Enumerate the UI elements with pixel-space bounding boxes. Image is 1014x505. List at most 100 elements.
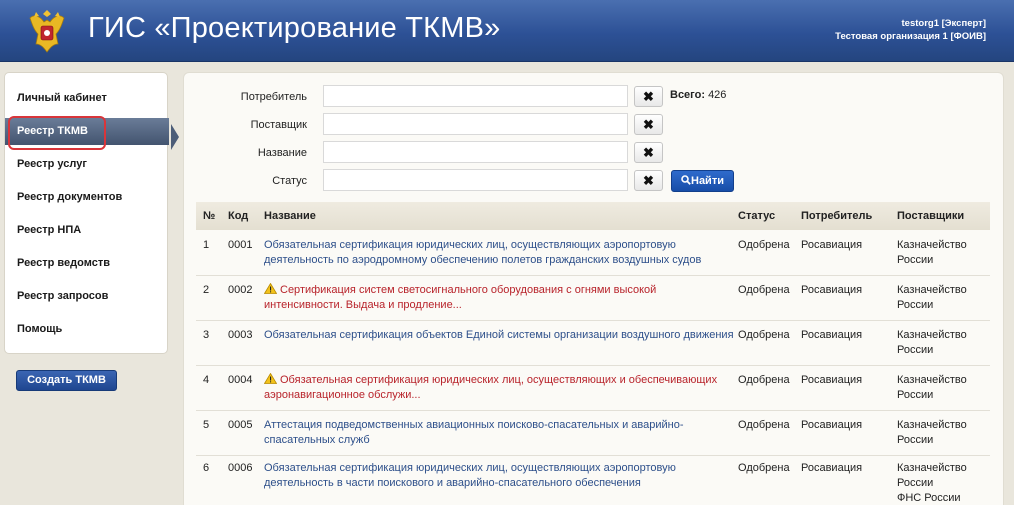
name-input[interactable] [323, 141, 628, 163]
row-consumer: Росавиация [801, 374, 863, 386]
row-suppliers: Казначейство России [897, 239, 967, 266]
row-name-link[interactable]: Обязательная сертификация юридических ли… [264, 461, 734, 491]
sidebar-item-cabinet[interactable]: Личный кабинет [5, 85, 167, 112]
row-num: 3 [203, 329, 210, 341]
row-suppliers: Казначейство России ФНС России [897, 461, 977, 505]
row-name-link[interactable]: Аттестация подведомственных авиационных … [264, 418, 734, 448]
status-clear-button[interactable]: ✖ [634, 170, 663, 191]
supplier-clear-button[interactable]: ✖ [634, 114, 663, 135]
row-num: 6 [203, 462, 210, 474]
table-row[interactable]: 5 0005 Аттестация подведомственных авиац… [196, 411, 990, 456]
active-item-arrow [171, 124, 179, 150]
sidebar-item-label: Реестр ведомств [17, 257, 110, 269]
name-clear-button[interactable]: ✖ [634, 142, 663, 163]
table-row[interactable]: 4 0004 Обязательная сертификация юридиче… [196, 366, 990, 411]
row-consumer: Росавиация [801, 462, 863, 474]
row-name-link[interactable]: Обязательная сертификация юридических ли… [264, 238, 734, 268]
supplier-input[interactable] [323, 113, 628, 135]
sidebar-item-requests[interactable]: Реестр запросов [5, 283, 167, 310]
row-status: Одобрена [738, 419, 790, 431]
table-row[interactable]: 2 0002 Сертификация систем светосигнальн… [196, 276, 990, 321]
row-suppliers: Казначейство России [897, 419, 967, 446]
create-tkmv-button[interactable]: Создать ТКМВ [16, 370, 117, 391]
row-suppliers: Казначейство России [897, 284, 967, 311]
close-icon: ✖ [643, 173, 654, 188]
close-icon: ✖ [643, 145, 654, 160]
row-consumer: Росавиация [801, 239, 863, 251]
sidebar: Личный кабинет Реестр ТКМВ Реестр услуг … [4, 72, 179, 354]
close-icon: ✖ [643, 89, 654, 104]
sidebar-item-npa[interactable]: Реестр НПА [5, 217, 167, 244]
col-consumer[interactable]: Потребитель [801, 202, 872, 230]
consumer-label: Потребитель [240, 91, 307, 103]
consumer-input[interactable] [323, 85, 628, 107]
row-num: 1 [203, 239, 210, 251]
row-consumer: Росавиация [801, 284, 863, 296]
row-status: Одобрена [738, 462, 790, 474]
consumer-clear-button[interactable]: ✖ [634, 86, 663, 107]
sidebar-item-services[interactable]: Реестр услуг [5, 151, 167, 178]
app-header: ГИС «Проектирование ТКМВ» testorg1 [Эксп… [0, 0, 1014, 62]
row-code: 0005 [228, 419, 253, 431]
row-num: 4 [203, 374, 210, 386]
total-label: Всего: [670, 89, 705, 101]
col-code[interactable]: Код [228, 202, 248, 230]
close-icon: ✖ [643, 117, 654, 132]
sidebar-item-label: Помощь [17, 323, 63, 335]
row-name-text: Обязательная сертификация юридических ли… [264, 374, 718, 401]
supplier-label: Поставщик [250, 119, 307, 131]
status-label: Статус [272, 175, 307, 187]
total-count: Всего: 426 [670, 89, 726, 101]
table-row[interactable]: 3 0003 Обязательная сертификация объекто… [196, 321, 990, 366]
highlight-annotation [8, 116, 106, 150]
row-suppliers: Казначейство России [897, 329, 967, 356]
row-code: 0001 [228, 239, 253, 251]
table-row[interactable]: 6 0006 Обязательная сертификация юридиче… [196, 456, 990, 505]
row-name-text: Сертификация систем светосигнального обо… [264, 284, 657, 311]
sidebar-item-help[interactable]: Помощь [5, 316, 167, 343]
sidebar-item-label: Реестр документов [17, 191, 123, 203]
name-label: Название [257, 147, 307, 159]
user-name[interactable]: testorg1 [Эксперт] [835, 17, 986, 30]
row-num: 5 [203, 419, 210, 431]
find-button-label: Найти [691, 175, 724, 187]
user-org: Тестовая организация 1 [ФОИВ] [835, 31, 986, 42]
sidebar-item-label: Реестр услуг [17, 158, 87, 170]
row-supplier: ФНС России [897, 492, 961, 504]
col-name[interactable]: Название [264, 202, 316, 230]
row-name-link[interactable]: Сертификация систем светосигнального обо… [264, 283, 734, 313]
row-consumer: Росавиация [801, 329, 863, 341]
row-status: Одобрена [738, 329, 790, 341]
row-code: 0002 [228, 284, 253, 296]
table-header: № Код Название Статус Потребитель Постав… [196, 202, 990, 230]
row-supplier: Казначейство России [897, 462, 967, 489]
status-input[interactable] [323, 169, 628, 191]
warning-icon [264, 373, 277, 384]
user-info: testorg1 [Эксперт] Тестовая организация … [835, 17, 986, 43]
search-icon [681, 175, 691, 185]
sidebar-item-label: Реестр запросов [17, 290, 109, 302]
row-status: Одобрена [738, 374, 790, 386]
row-suppliers: Казначейство России [897, 374, 967, 401]
row-code: 0006 [228, 462, 253, 474]
coat-of-arms-icon [29, 10, 65, 53]
row-name-link[interactable]: Обязательная сертификация объектов Едино… [264, 328, 734, 343]
row-name-link[interactable]: Обязательная сертификация юридических ли… [264, 373, 734, 403]
col-status[interactable]: Статус [738, 202, 775, 230]
table-row[interactable]: 1 0001 Обязательная сертификация юридиче… [196, 231, 990, 276]
page-title: ГИС «Проектирование ТКМВ» [88, 12, 501, 44]
row-code: 0004 [228, 374, 253, 386]
row-status: Одобрена [738, 239, 790, 251]
warning-icon [264, 283, 277, 294]
sidebar-item-documents[interactable]: Реестр документов [5, 184, 167, 211]
row-consumer: Росавиация [801, 419, 863, 431]
sidebar-item-agencies[interactable]: Реестр ведомств [5, 250, 167, 277]
row-num: 2 [203, 284, 210, 296]
sidebar-item-label: Реестр НПА [17, 224, 82, 236]
row-code: 0003 [228, 329, 253, 341]
total-value: 426 [708, 89, 727, 101]
sidebar-item-label: Личный кабинет [17, 92, 107, 104]
col-suppliers[interactable]: Поставщики [897, 202, 964, 230]
col-num[interactable]: № [203, 202, 215, 230]
find-button[interactable]: Найти [671, 170, 734, 192]
